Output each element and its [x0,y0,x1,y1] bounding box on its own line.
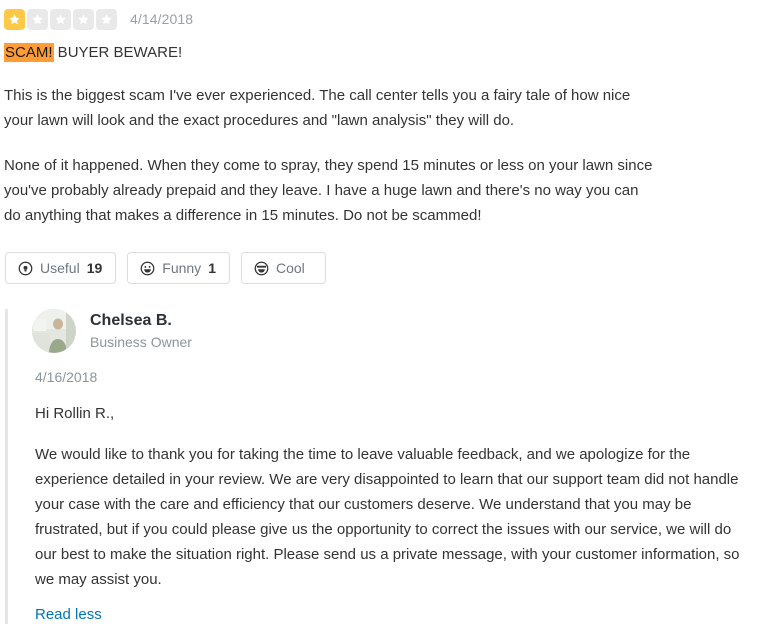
reply-greeting: Hi Rollin R., [35,405,115,422]
owner-name: Chelsea B. [90,311,172,329]
review-title-highlight: SCAM! [4,43,54,62]
funny-smile-icon [140,261,155,276]
vote-button-row: Useful 19 Funny 1 Cool [5,252,757,284]
funny-label: Funny [162,260,202,276]
rating-row: 4/14/2018 [0,4,757,31]
star-icon-4 [73,8,94,30]
reply-body: Hi Rollin R., We would like to thank you… [32,401,757,592]
review-title-rest: BUYER BEWARE! [53,44,183,61]
review-date: 4/14/2018 [130,11,194,27]
funny-count: 1 [208,260,216,276]
star-icon-2 [27,8,48,30]
review-paragraph-1: This is the biggest scam I've ever exper… [4,87,631,129]
owner-header: Chelsea B. Business Owner [32,309,757,353]
review-paragraph-2: None of it happened. When they come to s… [4,157,653,224]
star-icon-3 [50,8,71,30]
reply-paragraph: We would like to thank you for taking th… [35,446,740,588]
review-container: 4/14/2018 SCAM! BUYER BEWARE! This is th… [0,0,757,624]
owner-avatar-photo[interactable] [32,309,76,353]
star-rating [4,8,117,30]
owner-role: Business Owner [90,333,192,350]
owner-meta: Chelsea B. Business Owner [90,311,192,352]
cool-sunglasses-icon [254,261,269,276]
useful-lightbulb-icon [18,261,33,276]
read-less-link[interactable]: Read less [35,606,102,623]
useful-label: Useful [40,260,80,276]
owner-reply-block: Chelsea B. Business Owner 4/16/2018 Hi R… [5,309,757,624]
cool-label: Cool [275,260,305,276]
useful-count: 19 [86,260,103,276]
useful-button[interactable]: Useful 19 [5,252,117,284]
review-body: This is the biggest scam I've ever exper… [0,83,757,228]
review-title: SCAM! BUYER BEWARE! [4,43,757,63]
star-icon-5 [96,8,117,30]
funny-button[interactable]: Funny 1 [127,252,230,284]
cool-button[interactable]: Cool [240,252,326,284]
reply-date: 4/16/2018 [35,369,98,385]
star-icon-1 [4,8,25,30]
